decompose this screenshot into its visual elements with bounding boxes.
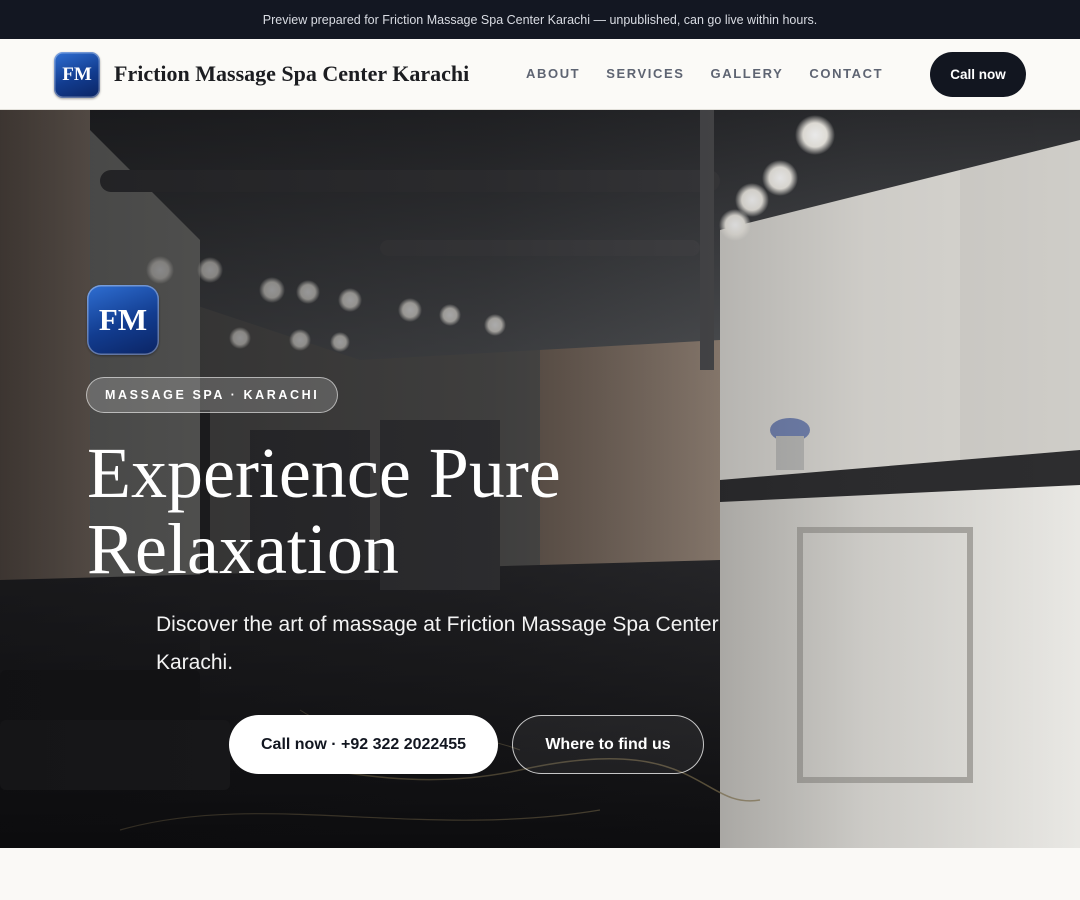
hero-logo: FM [87,285,159,355]
nav-link-contact[interactable]: CONTACT [809,66,883,81]
main-nav: ABOUT SERVICES GALLERY CONTACT [526,66,909,81]
hero-logo-text: FM [98,302,148,337]
site-header: FM Friction Massage Spa Center Karachi A… [0,39,1080,110]
nav-link-about[interactable]: ABOUT [526,66,580,81]
hero-section: FM MASSAGE SPA · KARACHI Experience Pure… [0,110,1080,848]
where-to-find-us-button[interactable]: Where to find us [512,715,704,774]
brand-name[interactable]: Friction Massage Spa Center Karachi [114,61,469,87]
nav-link-gallery[interactable]: GALLERY [711,66,784,81]
hero-tag: MASSAGE SPA · KARACHI [86,377,339,413]
brand-logo-text: FM [62,64,92,85]
preview-banner-text: Preview prepared for Friction Massage Sp… [262,12,818,27]
hero-subtitle: Discover the art of massage at Friction … [156,613,719,674]
hero-call-button[interactable]: Call now · +92 322 2022455 [229,715,498,774]
nav-link-services[interactable]: SERVICES [606,66,684,81]
hero-title: Experience Pure Relaxation [87,433,561,589]
header-call-button[interactable]: Call now [930,52,1026,97]
brand-logo[interactable]: FM [54,52,100,98]
preview-banner: Preview prepared for Friction Massage Sp… [0,0,1080,39]
